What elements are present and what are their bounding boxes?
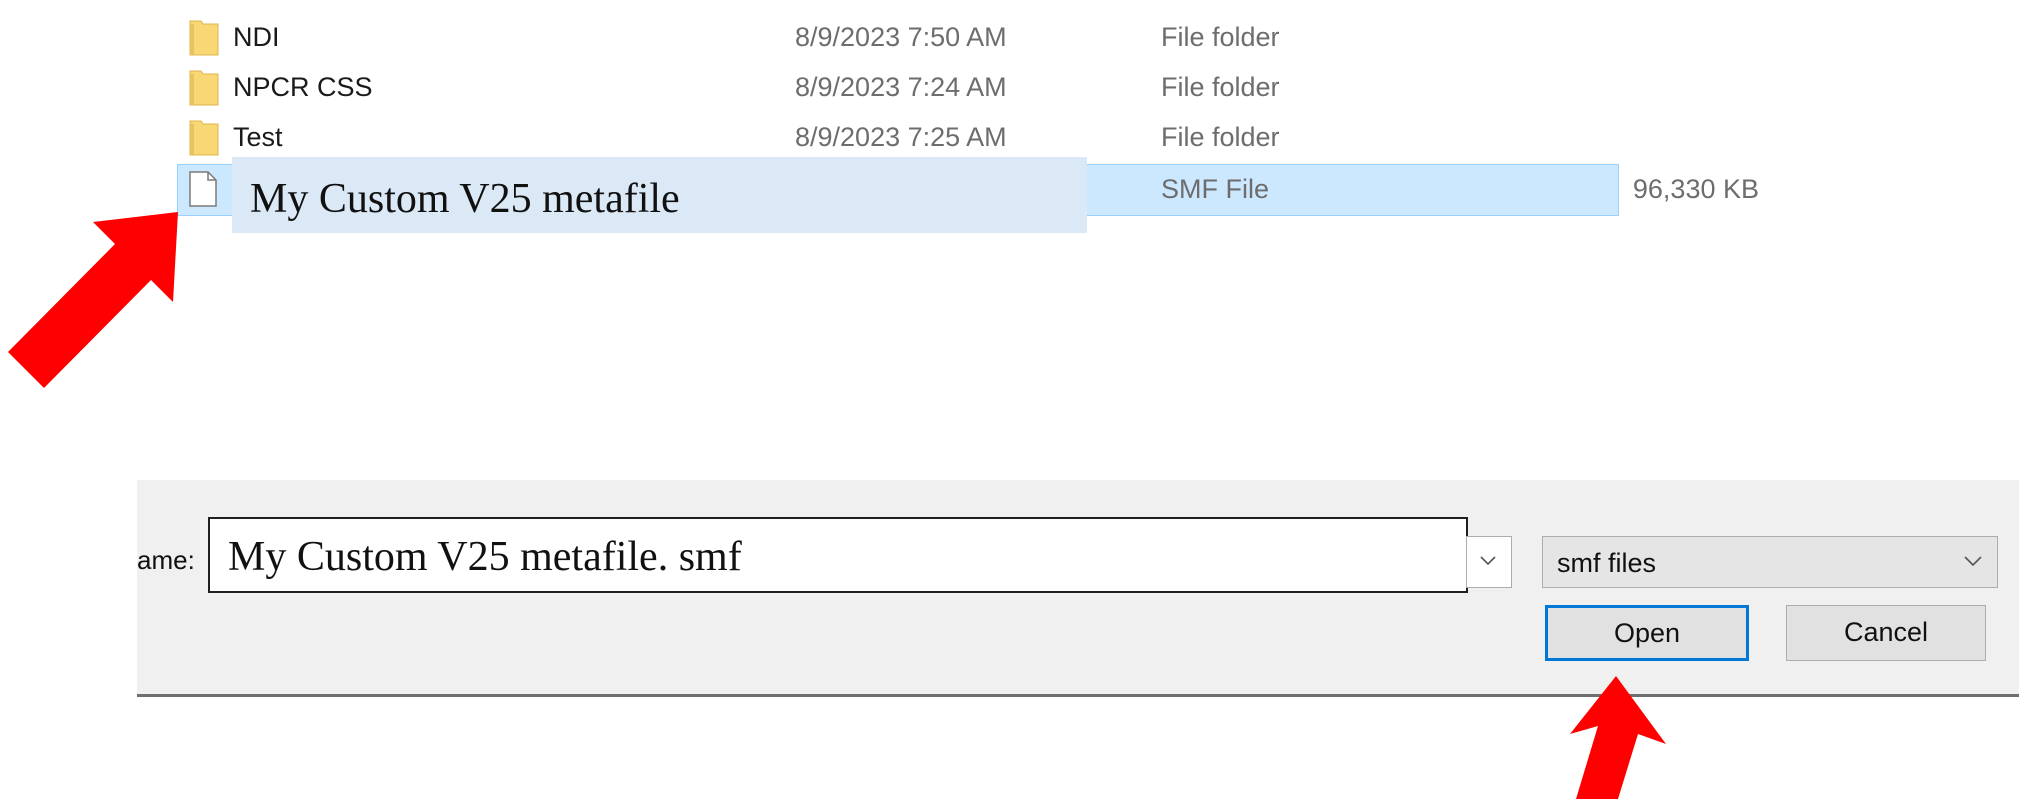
list-item[interactable]: NDI 8/9/2023 7:50 AM File folder xyxy=(137,12,2019,60)
filename-history-dropdown[interactable] xyxy=(1466,536,1512,588)
file-type: File folder xyxy=(1161,22,1280,52)
selected-file-name: My Custom V25 metafile xyxy=(250,176,680,222)
file-size: 96,330 KB xyxy=(1632,174,1759,204)
red-arrow-icon xyxy=(8,212,178,388)
folder-icon xyxy=(189,70,219,106)
file-type-filter[interactable]: smf files xyxy=(1542,536,1998,588)
list-item[interactable]: Test 8/9/2023 7:25 AM File folder xyxy=(137,112,2019,160)
file-date: 8/9/2023 7:25 AM xyxy=(795,122,1007,152)
filename-value: My Custom V25 metafile. smf xyxy=(228,534,742,580)
chevron-down-icon xyxy=(1480,556,1496,566)
file-name: NPCR CSS xyxy=(233,72,373,102)
open-button[interactable]: Open xyxy=(1545,605,1749,661)
folder-icon xyxy=(189,20,219,56)
folder-icon xyxy=(189,120,219,156)
dialog-bottom-border xyxy=(137,694,2019,697)
file-type: SMF File xyxy=(1161,174,1269,204)
filename-input[interactable]: My Custom V25 metafile. smf xyxy=(208,517,1468,593)
file-date: 8/9/2023 7:50 AM xyxy=(795,22,1007,52)
file-name: Test xyxy=(233,122,283,152)
chevron-down-icon xyxy=(1964,556,1982,567)
filename-label: ame: xyxy=(137,545,195,575)
list-item[interactable]: NPCR CSS 8/9/2023 7:24 AM File folder xyxy=(137,62,2019,110)
file-type: File folder xyxy=(1161,122,1280,152)
file-date: 8/9/2023 7:24 AM xyxy=(795,72,1007,102)
file-list: NDI 8/9/2023 7:50 AM File folder NPCR CS… xyxy=(137,0,2019,480)
red-arrow-icon xyxy=(1570,676,1666,799)
file-type: File folder xyxy=(1161,72,1280,102)
file-name: NDI xyxy=(233,22,280,52)
selected-file-name-callout: My Custom V25 metafile xyxy=(232,157,1087,233)
cancel-button[interactable]: Cancel xyxy=(1786,605,1986,661)
file-icon xyxy=(189,171,217,207)
file-type-filter-value: smf files xyxy=(1557,548,1657,578)
